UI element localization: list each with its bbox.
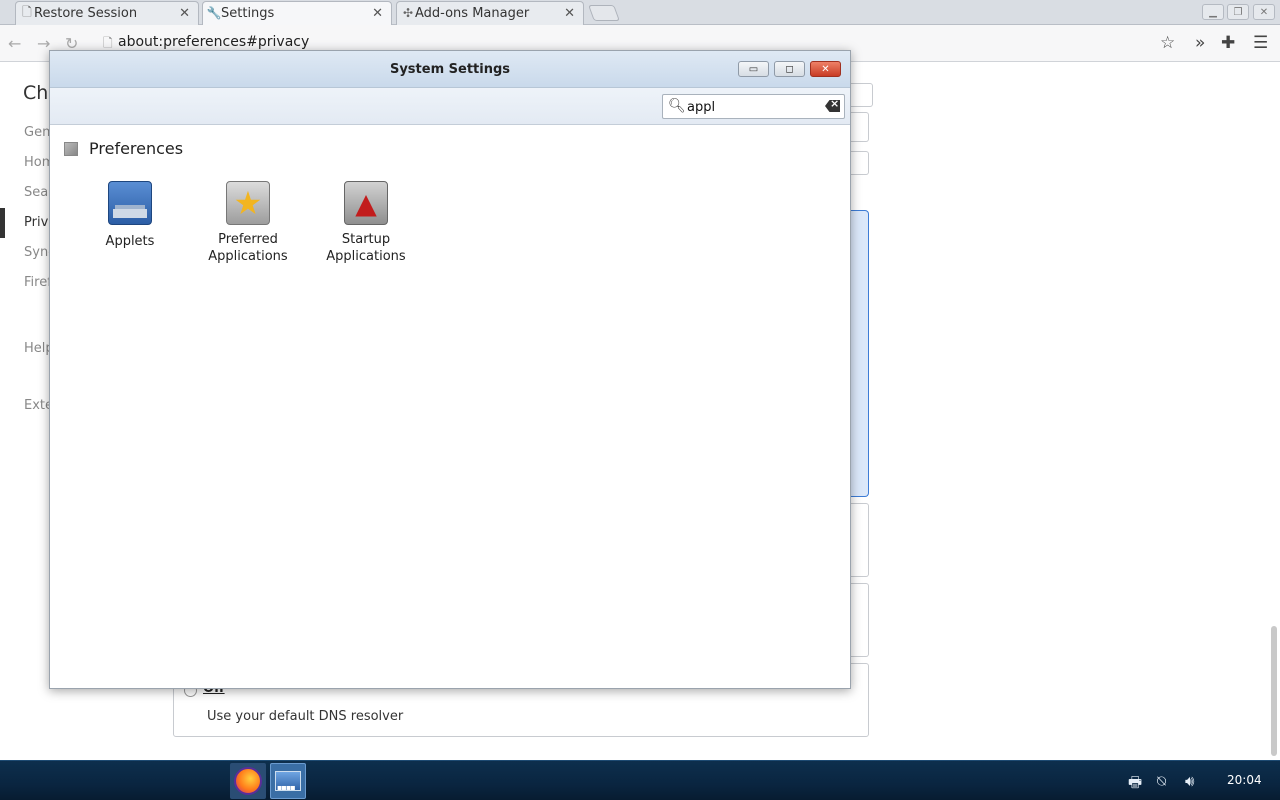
- close-icon[interactable]: ✕: [179, 6, 190, 21]
- new-tab-button[interactable]: [588, 5, 620, 21]
- tab-label: Settings: [221, 6, 275, 21]
- taskbar-system-settings-button[interactable]: [270, 763, 306, 799]
- launcher-label: Applets: [105, 234, 155, 249]
- section-label: Preferences: [89, 139, 184, 158]
- preferences-section-header: Preferences: [64, 139, 183, 158]
- url-bar[interactable]: about:preferences#privacy: [118, 34, 309, 50]
- dns-off-description: Use your default DNS resolver: [207, 709, 404, 724]
- tab-addons-manager[interactable]: ✣ Add-ons Manager ✕: [396, 1, 584, 25]
- clear-search-icon[interactable]: [825, 100, 840, 112]
- settings-box-edge: [848, 112, 869, 142]
- minimize-button[interactable]: ▭: [738, 61, 769, 77]
- option-box-edge: [848, 503, 869, 577]
- option-box-edge: [848, 583, 869, 657]
- selected-option-box: [848, 210, 869, 497]
- launcher-label: Startup Applications: [326, 232, 406, 264]
- tab-restore-session[interactable]: 🗋 Restore Session ✕: [15, 1, 199, 25]
- hamburger-menu-icon[interactable]: ☰: [1253, 33, 1268, 53]
- search-box[interactable]: 🔍︎: [662, 94, 845, 119]
- printer-icon[interactable]: 🖶: [1128, 772, 1142, 797]
- system-settings-icon: [275, 771, 301, 792]
- taskbar: 🖶 ⍉ 🔊︎ 20:04: [0, 760, 1280, 800]
- sidebar-active-indicator: [0, 208, 5, 238]
- applets-launcher[interactable]: Applets: [80, 181, 180, 250]
- close-button[interactable]: ✕: [810, 61, 841, 77]
- preferred-applications-launcher[interactable]: ★ Preferred Applications: [198, 181, 298, 265]
- launcher-label: Preferred Applications: [208, 232, 288, 264]
- close-icon[interactable]: ✕: [372, 6, 383, 21]
- extensions-puzzle-icon[interactable]: ✚: [1221, 33, 1235, 53]
- system-settings-window: System Settings ▭ ◻ ✕ 🔍︎ Preferences App…: [49, 50, 851, 689]
- applets-icon: [108, 181, 152, 225]
- taskbar-firefox-button[interactable]: [230, 763, 266, 799]
- back-arrow-icon[interactable]: ←: [8, 34, 21, 53]
- search-icon: 🔍︎: [668, 98, 686, 114]
- window-minimize-button[interactable]: ▁: [1202, 4, 1224, 20]
- window-toolbar: 🔍︎: [50, 88, 850, 125]
- startup-applications-launcher[interactable]: ▲ Startup Applications: [316, 181, 416, 265]
- overflow-chevron-icon[interactable]: »: [1195, 33, 1205, 53]
- puzzle-icon: ✣: [402, 6, 414, 20]
- network-disconnected-icon[interactable]: ⍉: [1157, 772, 1166, 790]
- window-title: System Settings: [389, 62, 511, 77]
- window-titlebar[interactable]: System Settings ▭ ◻ ✕: [50, 51, 850, 88]
- search-input[interactable]: [687, 98, 817, 116]
- search-field-edge: [848, 83, 873, 107]
- tab-label: Add-ons Manager: [415, 6, 530, 21]
- button-edge: [848, 151, 869, 175]
- tab-settings[interactable]: 🔧 Settings ✕: [202, 1, 392, 25]
- window-restore-button[interactable]: ❐: [1227, 4, 1249, 20]
- tab-label: Restore Session: [34, 6, 138, 21]
- firefox-icon: [234, 767, 262, 795]
- volume-icon[interactable]: 🔊︎: [1185, 772, 1194, 790]
- wrench-icon: 🔧: [206, 6, 222, 20]
- bookmark-star-icon[interactable]: ☆: [1160, 33, 1175, 53]
- star-icon: ★: [226, 181, 270, 225]
- sidebar-item-firefox-labs[interactable]: Firef: [24, 275, 52, 290]
- browser-tab-strip: 🗋 Restore Session ✕ 🔧 Settings ✕ ✣ Add-o…: [0, 0, 1280, 25]
- clock[interactable]: 20:04: [1227, 773, 1262, 787]
- close-icon[interactable]: ✕: [564, 6, 575, 21]
- page-scrollbar[interactable]: [1271, 626, 1277, 756]
- rocket-icon: ▲: [344, 181, 388, 225]
- category-icon: [64, 141, 78, 156]
- window-close-button[interactable]: ✕: [1253, 4, 1275, 20]
- page-icon: 🗋: [22, 4, 32, 19]
- maximize-button[interactable]: ◻: [774, 61, 805, 77]
